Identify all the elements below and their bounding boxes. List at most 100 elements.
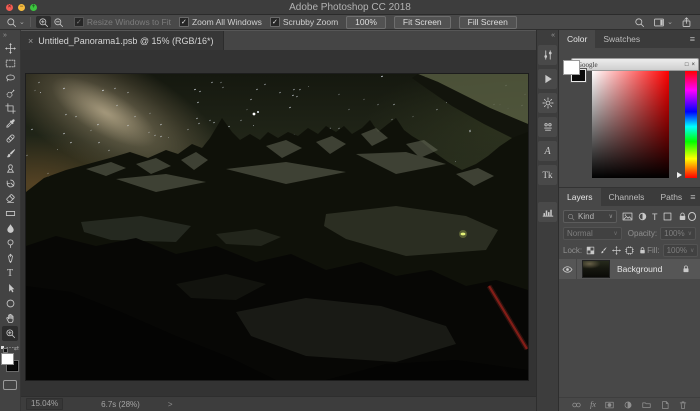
layers-panel: Layers Channels Paths ≡ Kind ∨ (559, 188, 700, 411)
zoom-level-field[interactable]: 15.04% (26, 398, 63, 410)
crop-tool[interactable] (2, 101, 18, 116)
status-chevron-icon[interactable]: > (168, 400, 173, 409)
lock-artboard-icon[interactable] (625, 246, 634, 255)
document-area: × Untitled_Panorama1.psb @ 15% (RGB/16*) (21, 30, 536, 411)
panel-menu-icon[interactable]: ≡ (690, 192, 695, 202)
quick-selection-tool[interactable] (2, 86, 18, 101)
swap-colors-icon[interactable]: ⇄ (14, 345, 19, 352)
scrubby-zoom-checkbox[interactable]: ✓ Scrubby Zoom (270, 17, 338, 27)
fill-screen-button[interactable]: Fill Screen (459, 16, 517, 29)
actions-panel-button[interactable] (538, 69, 557, 89)
close-tab-icon[interactable]: × (28, 36, 33, 46)
zoom-all-windows-checkbox[interactable]: ✓ Zoom All Windows (179, 17, 262, 27)
adjustment-layer-icon[interactable] (623, 400, 633, 410)
move-tool[interactable] (2, 41, 18, 56)
zoom-tool[interactable] (2, 326, 18, 341)
lock-label: Lock: (563, 246, 582, 255)
filter-toggle[interactable] (688, 212, 696, 221)
search-icon[interactable] (634, 17, 645, 28)
eraser-tool[interactable] (2, 191, 18, 206)
typekit-panel-button[interactable]: Tk (538, 165, 557, 185)
ellipse-tool[interactable] (2, 296, 18, 311)
chevron-down-icon: ∨ (613, 230, 617, 237)
document-image[interactable] (26, 74, 528, 380)
dock-collapse-button[interactable]: « (551, 30, 555, 41)
history-brush-tool[interactable] (2, 176, 18, 191)
tab-paths[interactable]: Paths (652, 188, 690, 206)
blend-mode-dropdown[interactable]: Normal ∨ (563, 227, 622, 240)
fit-screen-button[interactable]: Fit Screen (394, 16, 451, 29)
photoshop-window: × − + Adobe Photoshop CC 2018 ⌄ ✓ Resize… (0, 0, 700, 411)
lock-all-icon[interactable] (638, 246, 647, 255)
layer-thumbnail[interactable] (582, 260, 610, 278)
pen-tool[interactable] (2, 251, 18, 266)
checkbox-label: Zoom All Windows (192, 17, 262, 27)
type-tool[interactable]: T (2, 266, 18, 281)
tab-color[interactable]: Color (559, 30, 595, 48)
foreground-color-swatch[interactable] (1, 353, 14, 365)
glyphs-panel-button[interactable]: A (538, 141, 557, 161)
fill-dropdown[interactable]: 100% ∨ (663, 244, 699, 257)
saturation-brightness-field[interactable] (592, 71, 669, 178)
canvas-pasteboard[interactable] (21, 50, 536, 396)
histogram-panel-button[interactable] (538, 202, 557, 222)
hue-slider-handle[interactable] (677, 172, 682, 178)
share-icon[interactable] (681, 16, 692, 28)
zoom-100-button[interactable]: 100% (346, 16, 386, 29)
hue-slider[interactable] (685, 71, 697, 178)
lasso-tool[interactable] (2, 71, 18, 86)
tab-swatches[interactable]: Swatches (595, 30, 648, 48)
blur-tool[interactable] (2, 221, 18, 236)
document-tab[interactable]: × Untitled_Panorama1.psb @ 15% (RGB/16*) (21, 31, 224, 50)
hand-tool[interactable] (2, 311, 18, 326)
brush-tool[interactable] (2, 146, 18, 161)
tab-channels[interactable]: Channels (601, 188, 653, 206)
spot-healing-brush-tool[interactable] (2, 131, 18, 146)
toolbar-collapse-button[interactable]: » (3, 30, 7, 41)
google-floating-window[interactable]: Google □ × (571, 58, 699, 71)
filter-smart-object-icon[interactable] (677, 211, 688, 222)
filter-adjustment-icon[interactable] (637, 211, 648, 222)
lock-pixels-icon[interactable] (599, 246, 608, 255)
filter-shape-icon[interactable] (662, 211, 673, 222)
zoom-out-button[interactable] (51, 16, 66, 28)
layer-mask-icon[interactable] (604, 400, 615, 410)
type-tool-glyph: T (7, 268, 13, 279)
restore-window-icon[interactable]: □ (685, 62, 689, 68)
document-info[interactable]: 6.7s (28%) (101, 400, 140, 409)
layer-row-background[interactable]: Background (559, 259, 700, 279)
new-layer-icon[interactable] (660, 400, 670, 410)
lock-transparency-icon[interactable] (586, 246, 595, 255)
current-tool-preset[interactable]: ⌄ (6, 17, 25, 28)
panel-menu-icon[interactable]: ≡ (690, 34, 695, 44)
path-selection-tool[interactable] (2, 281, 18, 296)
properties-panel-button[interactable] (538, 45, 557, 65)
layer-style-icon[interactable]: fx (590, 400, 596, 409)
layer-name[interactable]: Background (617, 264, 662, 274)
filter-type-icon[interactable]: T (652, 212, 658, 222)
dodge-tool[interactable] (2, 236, 18, 251)
clone-stamp-tool[interactable] (2, 161, 18, 176)
rectangular-marquee-tool[interactable] (2, 56, 18, 71)
filter-kind-dropdown[interactable]: Kind ∨ (563, 210, 617, 223)
gradient-tool[interactable] (2, 206, 18, 221)
tab-layers[interactable]: Layers (559, 188, 601, 206)
delete-layer-icon[interactable] (678, 400, 688, 410)
adjustments-panel-button[interactable] (538, 93, 557, 113)
fill-value: 100% (667, 246, 687, 255)
libraries-panel-button[interactable] (538, 117, 557, 137)
quick-mask-button[interactable] (3, 380, 17, 390)
new-group-icon[interactable] (641, 400, 652, 410)
layer-visibility-toggle[interactable] (559, 259, 577, 279)
workspace-switcher[interactable]: ⌄ (653, 17, 673, 28)
zoom-in-button[interactable] (36, 16, 51, 28)
opacity-dropdown[interactable]: 100% ∨ (660, 227, 696, 240)
close-window-icon[interactable]: × (691, 62, 695, 68)
foreground-color-swatch[interactable] (563, 60, 580, 75)
lock-position-icon[interactable] (612, 246, 621, 255)
eyedropper-tool[interactable] (2, 116, 18, 131)
default-colors-icon[interactable] (1, 346, 8, 352)
link-layers-icon[interactable] (571, 400, 582, 410)
filter-image-icon[interactable] (622, 211, 633, 222)
properties-icon (542, 49, 554, 61)
